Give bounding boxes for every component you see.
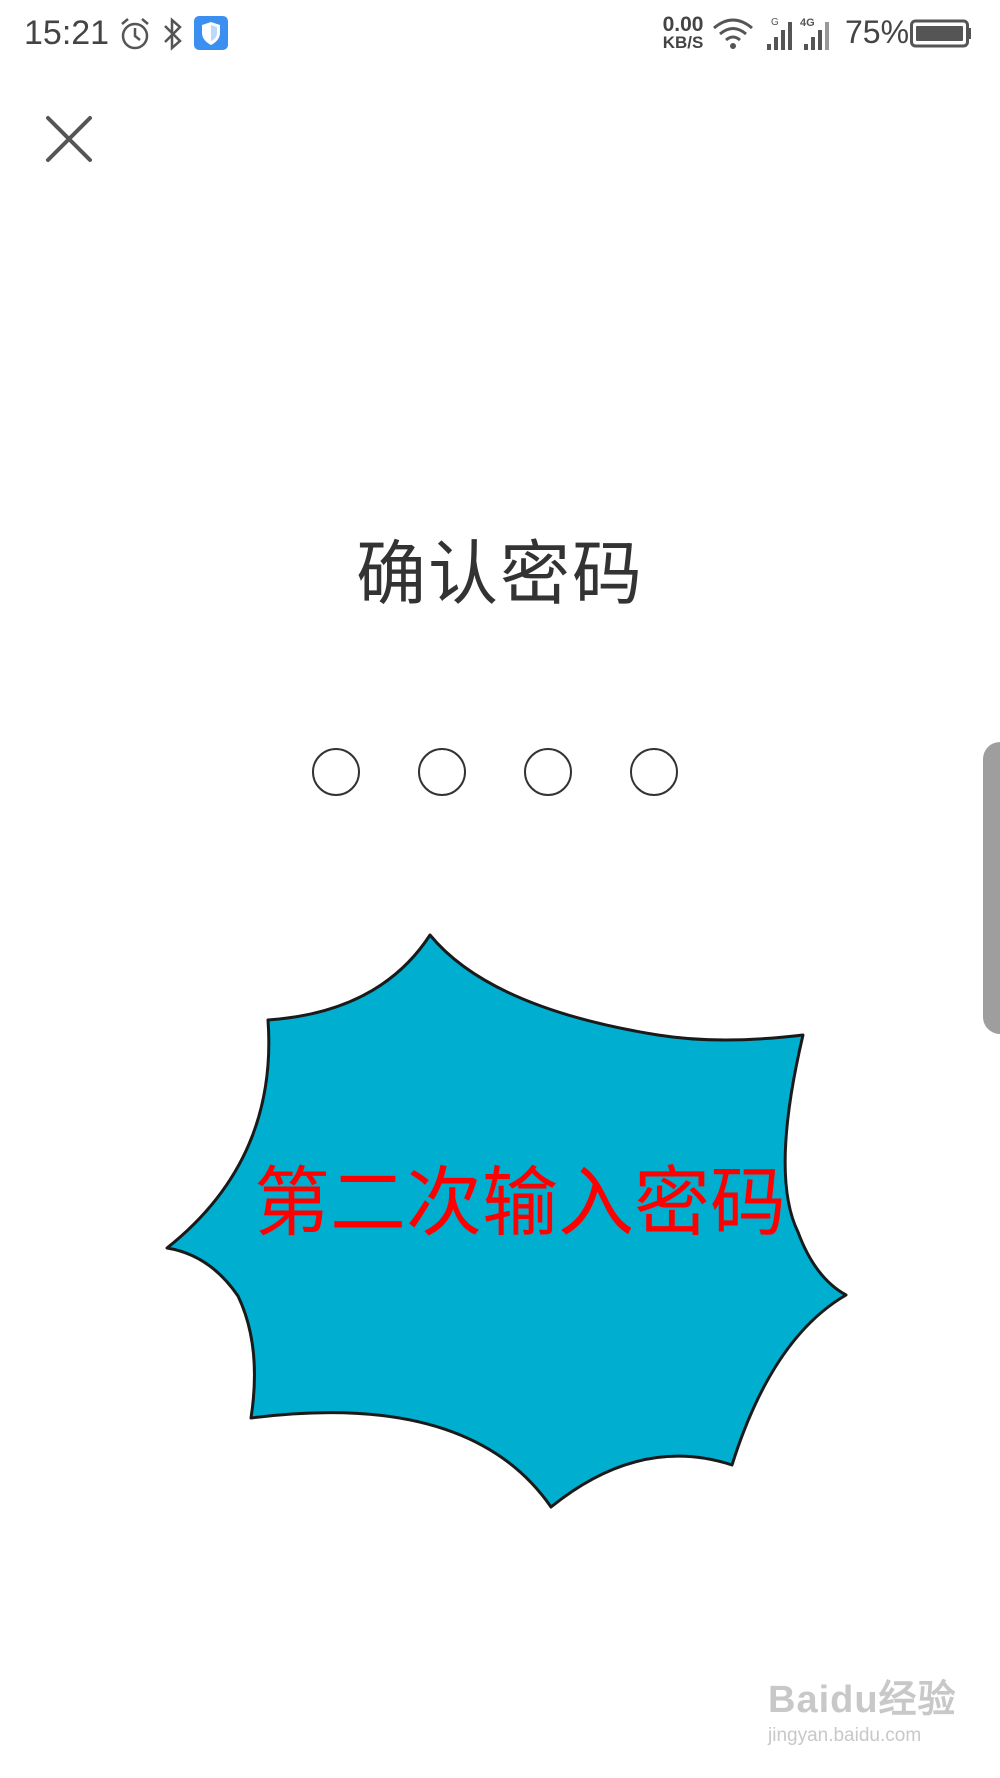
annotation-text: 第二次输入密码 — [254, 1158, 786, 1247]
watermark-url: jingyan.baidu.com — [768, 1725, 922, 1746]
side-drawer-handle[interactable] — [983, 742, 1000, 1034]
watermark-logo: Baidu经验 — [768, 1679, 957, 1721]
watermark: Baidu经验 jingyan.baidu.com — [768, 1668, 957, 1747]
annotation-burst: 第二次输入密码 — [165, 933, 848, 1509]
